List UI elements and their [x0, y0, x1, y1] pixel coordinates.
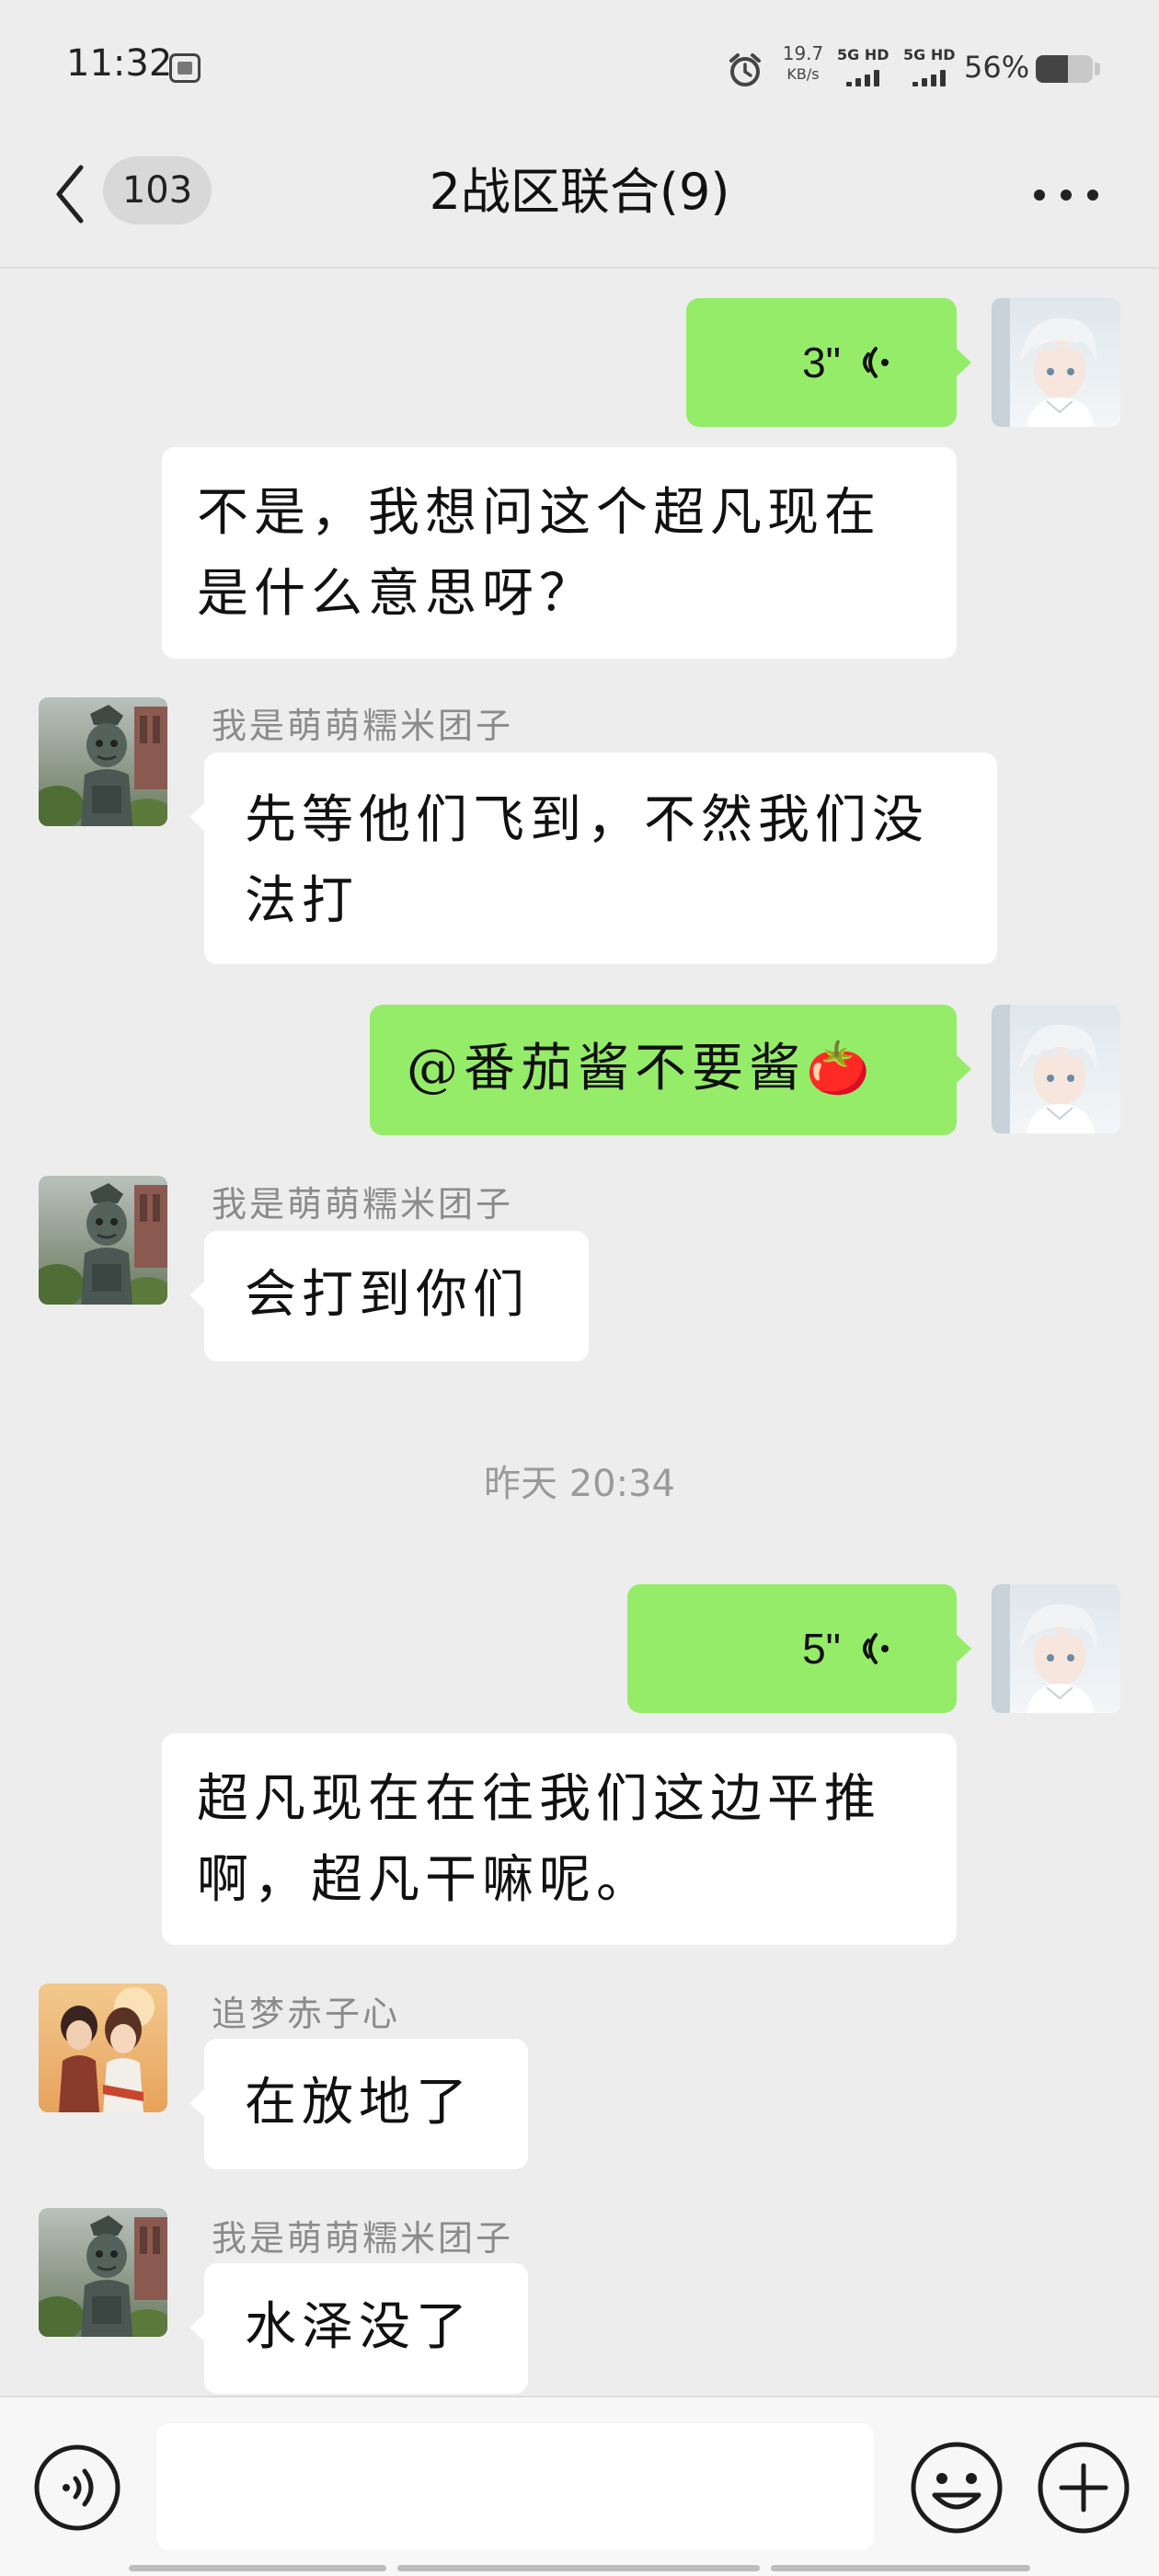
avatar[interactable] — [39, 697, 167, 826]
avatar[interactable] — [39, 1176, 167, 1305]
sim-app-icon — [169, 53, 201, 83]
net-speed-unit: KB/s — [786, 65, 820, 83]
message-bubble[interactable]: 水泽没了 — [189, 2263, 528, 2394]
unread-count-badge[interactable]: 103 — [103, 156, 212, 224]
voice-wave-icon — [863, 1633, 889, 1664]
battery-percent: 56% — [964, 50, 1030, 85]
message-line: 超凡现在在往我们这边平推 — [197, 1769, 881, 1829]
sender-name: 我是萌萌糯米团子 — [212, 1184, 514, 1225]
voice-duration: 3" — [802, 339, 841, 386]
message-line: 先等他们飞到，不然我们没 — [245, 790, 929, 850]
message-bubble[interactable]: 先等他们飞到，不然我们没 法打 — [189, 753, 997, 964]
message-line: 水泽没了 — [245, 2297, 473, 2357]
message-line: 不是，我想问这个超凡现在 — [197, 483, 881, 543]
message-line: 是什么意思呀？ — [197, 564, 596, 624]
voice-message-bubble[interactable]: 5" — [627, 1584, 971, 1713]
timestamp-divider: 昨天 20:34 — [484, 1463, 675, 1505]
more-icon[interactable] — [1034, 186, 1098, 204]
back-arrow-icon[interactable] — [52, 162, 88, 226]
voice-wave-icon — [863, 347, 889, 378]
message-line: 法打 — [245, 871, 359, 931]
message-line: 在放地了 — [245, 2073, 473, 2133]
battery-tip — [1095, 63, 1100, 75]
message-line: @番茄酱不要酱🍅 — [407, 1039, 876, 1098]
battery-icon — [1036, 55, 1093, 83]
alarm-icon — [729, 53, 761, 86]
message-bubble[interactable]: 在放地了 — [189, 2039, 528, 2169]
plus-icon[interactable] — [1036, 2440, 1131, 2536]
sender-name: 追梦赤子心 — [212, 1994, 401, 2034]
voice-message-bubble[interactable]: 3" — [686, 298, 971, 427]
signal-label: 5G HD — [837, 46, 889, 63]
message-input[interactable] — [156, 2423, 874, 2550]
message-line: 啊，超凡干嘛呢。 — [197, 1850, 653, 1910]
signal-label: 5G HD — [903, 46, 956, 63]
battery-fill — [1036, 55, 1068, 83]
message-line: 会打到你们 — [245, 1265, 530, 1325]
status-time: 11:32 — [66, 42, 173, 85]
voice-toggle-icon[interactable] — [33, 2444, 121, 2532]
message-bubble[interactable]: 不是，我想问这个超凡现在 是什么意思呀？ — [162, 447, 957, 659]
net-speed-value: 19.7 — [782, 42, 824, 64]
avatar[interactable] — [992, 1005, 1120, 1133]
voice-duration: 5" — [802, 1625, 841, 1673]
sender-name: 我是萌萌糯米团子 — [212, 706, 514, 746]
signal-icon: 5G HD — [837, 48, 892, 88]
message-bubble[interactable]: 会打到你们 — [189, 1231, 589, 1362]
avatar[interactable] — [992, 1584, 1120, 1713]
avatar[interactable] — [39, 1984, 167, 2112]
signal-icon: 5G HD — [903, 48, 958, 88]
avatar[interactable] — [39, 2208, 167, 2337]
net-speed: 19.7 KB/s — [780, 44, 826, 82]
message-bubble[interactable]: @番茄酱不要酱🍅 — [370, 1005, 971, 1135]
avatar[interactable] — [992, 298, 1120, 427]
message-bubble[interactable]: 超凡现在在往我们这边平推 啊，超凡干嘛呢。 — [162, 1733, 957, 1945]
emoji-icon[interactable] — [909, 2440, 1004, 2536]
chat-title[interactable]: 2战区联合(9) — [304, 158, 855, 226]
sender-name: 我是萌萌糯米团子 — [212, 2218, 514, 2259]
